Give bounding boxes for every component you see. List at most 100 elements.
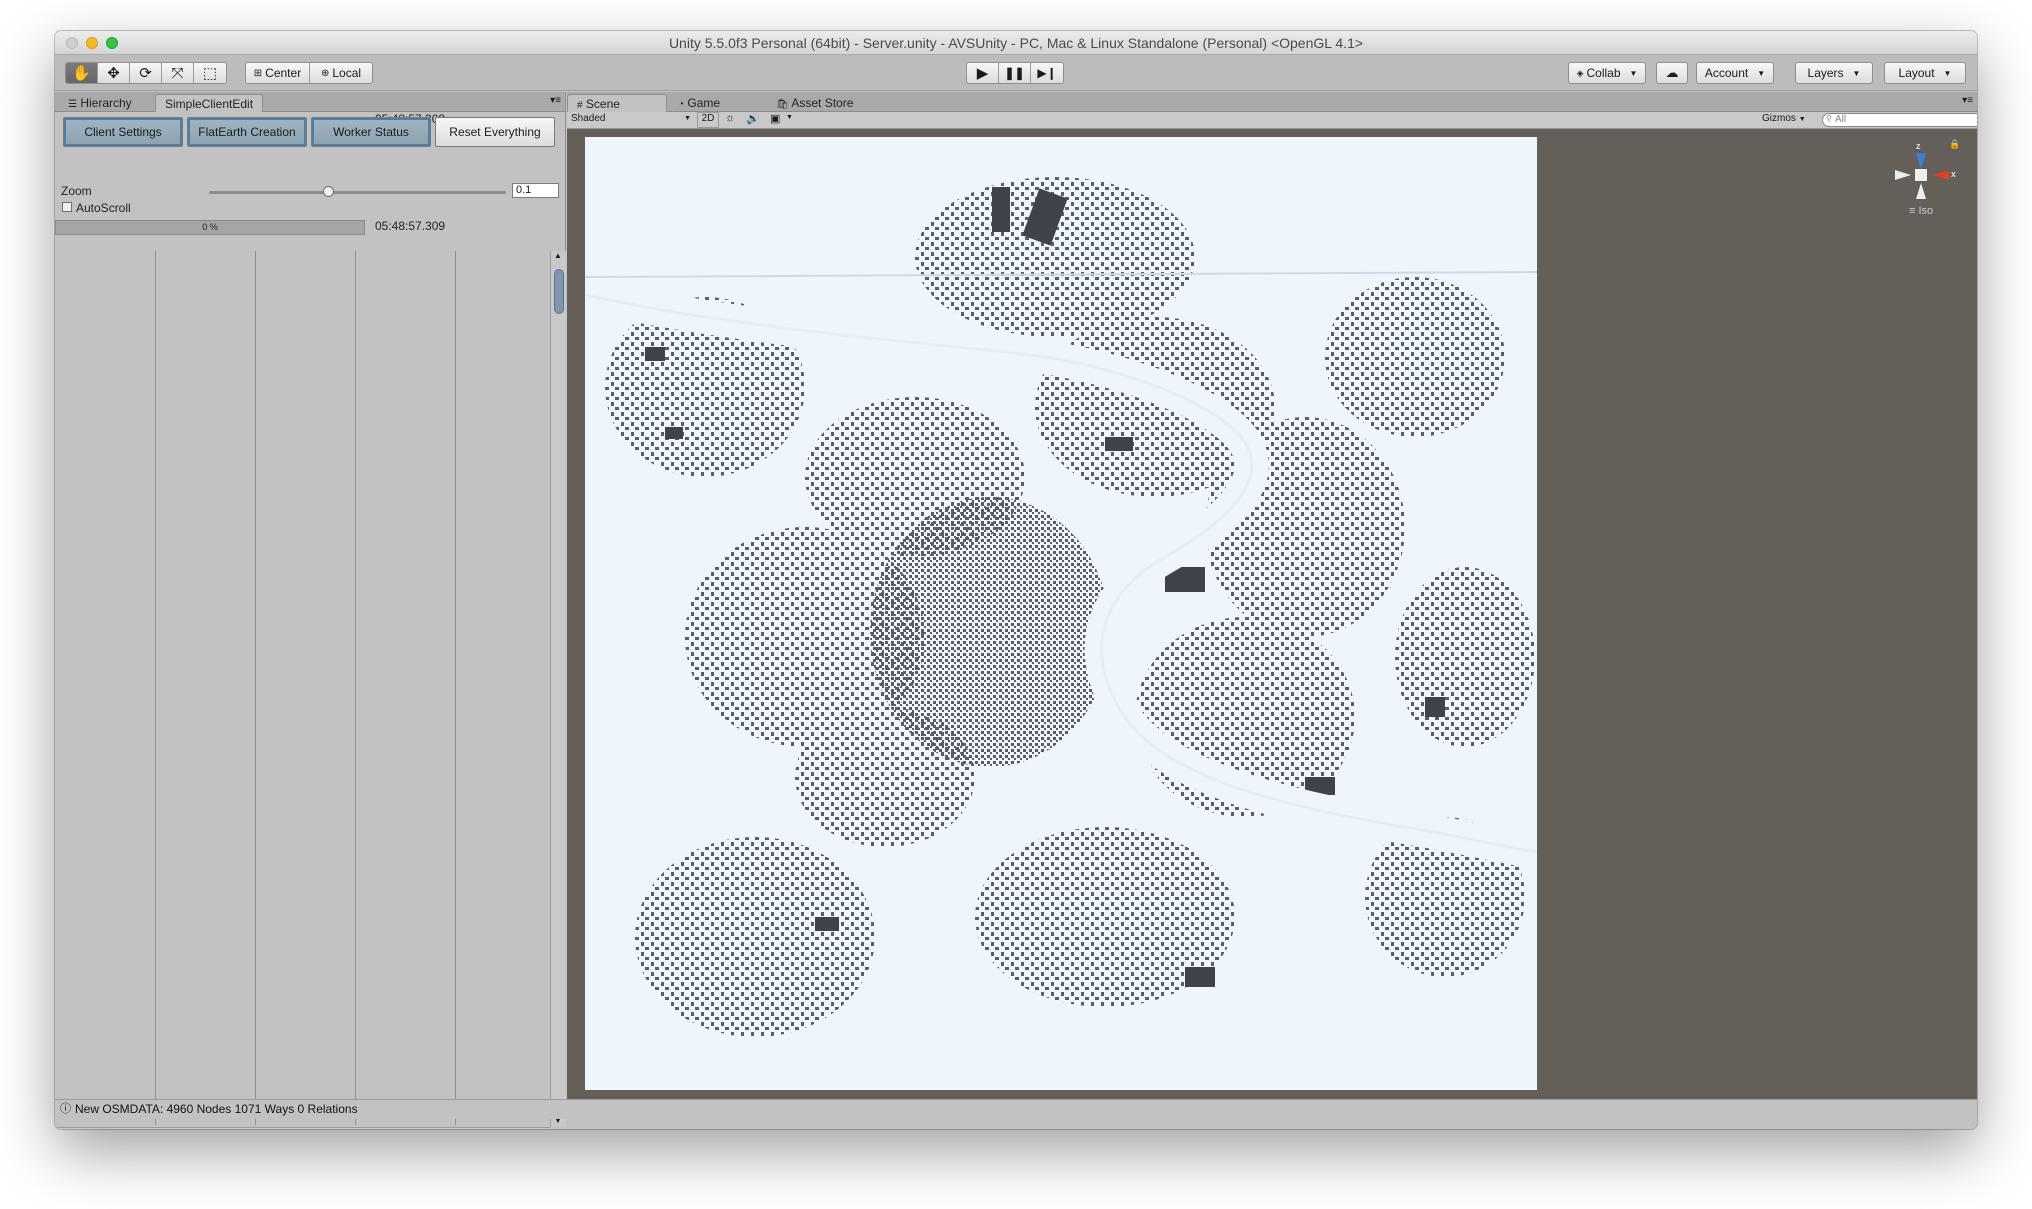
tab-label: Asset Store [791, 96, 854, 110]
chevron-down-icon: ▼ [1943, 68, 1952, 78]
list-icon: ≡ [1909, 205, 1916, 217]
scene-search-field[interactable]: ⚲ All [1822, 113, 1977, 127]
audio-toggle-icon[interactable]: 🔊 [746, 112, 760, 125]
pivot-label: Center [265, 66, 302, 80]
status-bar: ⓘ New OSMDATA: 4960 Nodes 1071 Ways 0 Re… [55, 1099, 1977, 1119]
gizmos-label: Gizmos [1762, 113, 1796, 124]
unity-window: Unity 5.5.0f3 Personal (64bit) - Server.… [55, 31, 1977, 1129]
chevron-down-icon: ▼ [1629, 68, 1638, 78]
chevron-down-icon: ▼ [684, 115, 691, 122]
tab-hierarchy[interactable]: ☰ Hierarchy [59, 94, 141, 112]
step-icon[interactable]: ▶❙ [1031, 63, 1063, 83]
store-icon: 🛍 [776, 99, 789, 110]
gizmo-neg-x-cone[interactable] [1895, 170, 1911, 180]
scene-tab-strip: # Scene ◔ Game 🛍 Asset Store ▾≡ [567, 92, 1977, 112]
layout-button[interactable]: Layout ▼ [1884, 62, 1966, 84]
zoom-slider-handle[interactable] [323, 186, 334, 197]
grid-icon: # [577, 100, 583, 111]
rotate-tool-icon[interactable]: ⟳ [130, 63, 162, 83]
window-title: Unity 5.5.0f3 Personal (64bit) - Server.… [668, 35, 1364, 51]
client-settings-button[interactable]: Client Settings [63, 117, 183, 147]
scroll-up-icon[interactable]: ▲ [554, 251, 562, 260]
toggle-2d-button[interactable]: 2D [697, 112, 719, 128]
projection-label: Iso [1918, 205, 1934, 217]
title-bar: Unity 5.5.0f3 Personal (64bit) - Server.… [55, 31, 1977, 55]
city-map-svg [585, 137, 1537, 1090]
play-icon[interactable]: ▶ [967, 63, 999, 83]
gizmo-axis-z-label: z [1916, 141, 1921, 151]
playback-controls: ▶ ❚❚ ▶❙ [966, 62, 1064, 84]
tab-label: Hierarchy [80, 96, 132, 110]
move-tool-icon[interactable]: ✥ [98, 63, 130, 83]
layers-button[interactable]: Layers ▼ [1795, 62, 1873, 84]
chevron-down-icon: ▼ [1757, 68, 1766, 78]
orientation-gizmo[interactable]: 🔒 z x ≡ Iso [1887, 139, 1960, 219]
simple-client-edit-panel: ☰ Hierarchy SimpleClientEdit ▾≡ 05:48:57… [55, 92, 566, 1129]
horizontal-scrollbar[interactable]: ◀ ▶ [55, 1127, 550, 1129]
pause-icon[interactable]: ❚❚ [999, 63, 1031, 83]
gizmo-center-cube[interactable] [1915, 169, 1927, 181]
tab-game[interactable]: ◔ Game [669, 94, 729, 112]
list-icon: ☰ [68, 99, 77, 110]
tab-asset-store[interactable]: 🛍 Asset Store [767, 94, 862, 112]
panel-menu-icon[interactable]: ▾≡ [1962, 95, 1973, 106]
zoom-value-field[interactable]: 0.1 [512, 183, 559, 198]
pivot-toggles: ⊞ Center ⊕ Local [245, 62, 373, 84]
layout-label: Layout [1898, 66, 1935, 80]
column-divider [155, 251, 156, 1125]
mode-2d-label: 2D [701, 113, 715, 124]
scene-view-panel: # Scene ◔ Game 🛍 Asset Store ▾≡ Shaded ▼… [567, 92, 1977, 1099]
panel-menu-icon[interactable]: ▾≡ [550, 95, 561, 106]
autoscroll-checkbox[interactable] [62, 202, 72, 212]
vertical-scrollbar[interactable]: ▲ ▼ [550, 251, 566, 1127]
zoom-label: Zoom [61, 184, 92, 198]
pivot-local-button[interactable]: ⊕ Local [310, 63, 372, 83]
zoom-slider[interactable] [209, 191, 506, 194]
city-map-render[interactable] [585, 137, 1537, 1090]
account-label: Account [1704, 66, 1749, 80]
cloud-button[interactable]: ☁ [1656, 62, 1688, 84]
tab-scene[interactable]: # Scene [567, 94, 667, 112]
gizmo-lock-icon[interactable]: 🔒 [1949, 139, 1960, 150]
projection-toggle[interactable]: ≡ Iso [1909, 205, 1933, 217]
autoscroll-label: AutoScroll [76, 201, 131, 215]
scene-toolbar: Shaded ▼ 2D ☼ 🔊 ▣ ▼ Gizmos ▼ ⚲ All [567, 112, 1977, 129]
scale-tool-icon[interactable]: ⤧ [162, 63, 194, 83]
tab-label: Scene [585, 97, 620, 111]
vertical-scroll-thumb[interactable] [554, 269, 564, 314]
collab-label: Collab [1586, 66, 1621, 80]
space-label: Local [332, 66, 362, 80]
account-button[interactable]: Account ▼ [1696, 62, 1774, 84]
collab-button[interactable]: ◈ Collab ▼ [1568, 62, 1646, 84]
effects-toggle-icon[interactable]: ▣ [770, 112, 780, 125]
info-icon: ⓘ [60, 1103, 71, 1115]
pacman-icon: ◔ [678, 99, 685, 110]
chevron-down-icon[interactable]: ▼ [786, 114, 793, 121]
client-tab-buttons: Client Settings FlatEarth Creation Worke… [63, 117, 555, 147]
gizmo-x-cone[interactable] [1933, 170, 1949, 180]
shading-mode-dropdown[interactable]: Shaded ▼ [571, 113, 691, 124]
transform-tools: ✋ ✥ ⟳ ⤧ ⬚ [65, 62, 227, 84]
gizmo-axis-x-label: x [1951, 169, 1957, 179]
globe-icon: ⊕ [320, 67, 330, 79]
main-toolbar: ✋ ✥ ⟳ ⤧ ⬚ ⊞ Center ⊕ Local ▶ ❚❚ ▶❙ ◈ Col… [55, 55, 1977, 91]
worker-columns [55, 251, 550, 1125]
layers-label: Layers [1807, 66, 1844, 80]
timestamp-bottom: 05:48:57.309 [375, 219, 446, 233]
tab-label: Game [687, 96, 721, 110]
pivot-icon: ⊞ [253, 67, 263, 79]
gizmos-dropdown[interactable]: Gizmos ▼ [1762, 113, 1806, 124]
cloud-icon: ☁ [1665, 65, 1679, 80]
worker-status-button[interactable]: Worker Status [311, 117, 431, 147]
tab-simpleclientedit[interactable]: SimpleClientEdit [155, 94, 264, 112]
lighting-toggle-icon[interactable]: ☼ [725, 112, 735, 124]
flatearth-creation-button[interactable]: FlatEarth Creation [187, 117, 307, 147]
left-tab-strip: ☰ Hierarchy SimpleClientEdit ▾≡ [55, 92, 565, 112]
rect-tool-icon[interactable]: ⬚ [194, 63, 226, 83]
reset-everything-button[interactable]: Reset Everything [435, 117, 555, 147]
gizmo-z-cone[interactable] [1916, 153, 1926, 169]
chevron-down-icon: ▼ [1852, 68, 1861, 78]
pivot-center-button[interactable]: ⊞ Center [246, 63, 310, 83]
hand-tool-icon[interactable]: ✋ [66, 63, 98, 83]
gizmo-neg-z-cone[interactable] [1916, 183, 1926, 199]
